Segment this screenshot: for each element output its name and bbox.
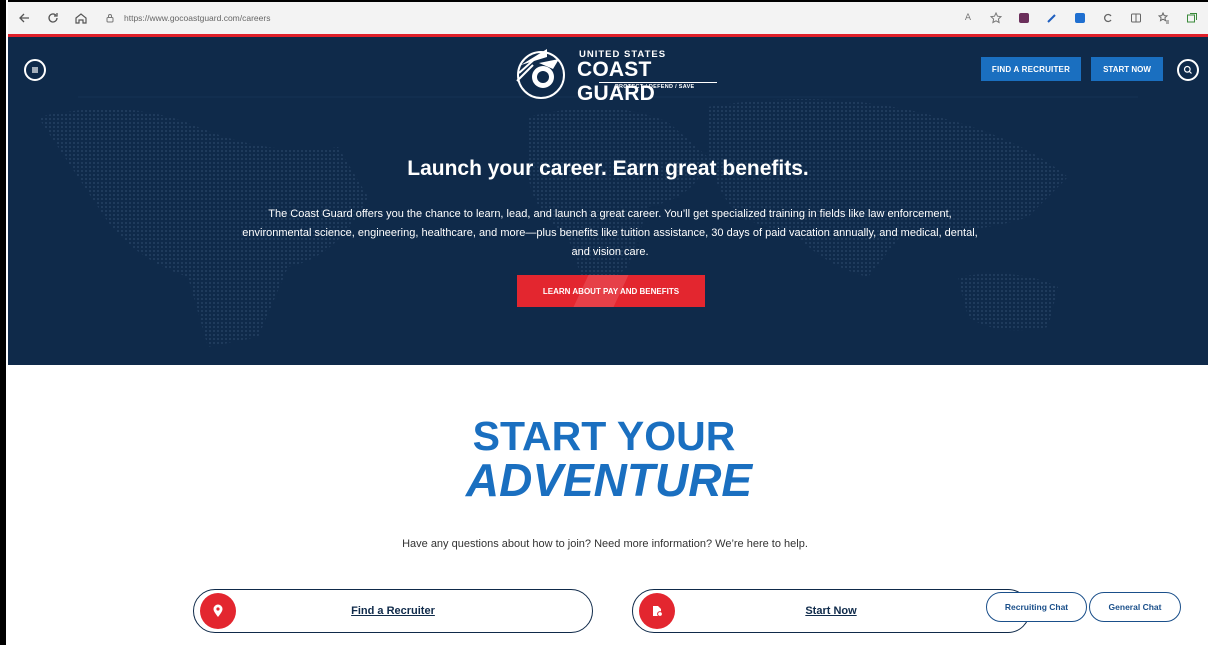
favorite-icon[interactable] xyxy=(984,6,1008,30)
start-now-button[interactable]: START NOW xyxy=(1091,57,1163,81)
logo-rule xyxy=(599,82,717,83)
recruiting-chat-button[interactable]: Recruiting Chat xyxy=(986,592,1087,622)
search-icon xyxy=(1183,65,1192,74)
find-recruiter-card[interactable]: Find a Recruiter xyxy=(193,589,593,633)
read-aloud-icon[interactable]: A xyxy=(956,6,980,30)
browser-toolbar-right: A xyxy=(956,2,1208,34)
favorites-icon[interactable] xyxy=(1152,6,1176,30)
hamburger-icon xyxy=(32,67,38,73)
menu-button[interactable] xyxy=(24,59,46,81)
find-recruiter-link[interactable]: Find a Recruiter xyxy=(194,590,592,632)
browser-toolbar: https://www.gocoastguard.com/careers A xyxy=(8,2,1208,35)
back-icon[interactable] xyxy=(14,7,36,29)
refresh-icon[interactable] xyxy=(42,7,64,29)
address-bar[interactable]: https://www.gocoastguard.com/careers xyxy=(102,7,662,29)
hero-title: Launch your career. Earn great benefits. xyxy=(407,157,809,180)
coast-guard-logo[interactable]: UNITED STATES COAST GUARD PROTECT / DEFE… xyxy=(507,43,727,105)
coast-guard-emblem-icon xyxy=(516,49,565,99)
copilot-icon[interactable] xyxy=(1096,6,1120,30)
hero-section: UNITED STATES COAST GUARD PROTECT / DEFE… xyxy=(8,37,1208,365)
collections-icon[interactable] xyxy=(1180,6,1204,30)
extension-icon[interactable] xyxy=(1012,6,1036,30)
adventure-subtitle: Have any questions about how to join? Ne… xyxy=(402,538,808,550)
split-screen-icon[interactable] xyxy=(1124,6,1148,30)
start-now-link[interactable]: Start Now xyxy=(633,590,1029,632)
logo-tagline: PROTECT / DEFEND / SAVE xyxy=(615,84,695,90)
adventure-title-line2: ADVENTURE xyxy=(465,454,753,506)
home-icon[interactable] xyxy=(70,7,92,29)
pay-benefits-label: LEARN ABOUT PAY AND BENEFITS xyxy=(542,286,680,296)
pen-icon[interactable] xyxy=(1040,6,1064,30)
find-recruiter-button[interactable]: FIND A RECRUITER xyxy=(981,57,1081,81)
lock-icon xyxy=(102,10,118,26)
general-chat-button[interactable]: General Chat xyxy=(1089,592,1181,622)
start-now-card[interactable]: Start Now xyxy=(632,589,1030,633)
search-button[interactable] xyxy=(1177,59,1199,81)
outlook-icon[interactable] xyxy=(1068,6,1092,30)
url-text: https://www.gocoastguard.com/careers xyxy=(124,13,271,23)
hero-body: The Coast Guard offers you the chance to… xyxy=(242,208,978,258)
pay-benefits-button[interactable]: LEARN ABOUT PAY AND BENEFITS xyxy=(517,275,705,307)
